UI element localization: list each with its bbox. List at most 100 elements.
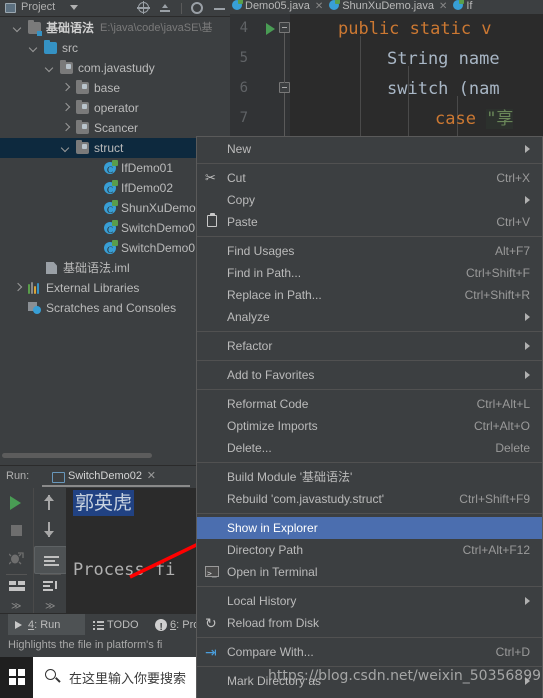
submenu-arrow-icon: [525, 371, 530, 379]
tool-window-actions: [132, 1, 226, 16]
chevron-down-icon[interactable]: [70, 5, 78, 10]
code-token: public static v: [338, 19, 492, 39]
scroll-down-button[interactable]: [34, 516, 67, 544]
tree-label: 基础语法: [46, 21, 95, 35]
editor-tab-2[interactable]: If: [451, 0, 476, 14]
context-menu[interactable]: New ✂ Cut Ctrl+X Copy Paste Ctrl+V Find …: [196, 136, 543, 698]
collapse-all-icon[interactable]: [158, 1, 172, 15]
package-folder-icon: [60, 60, 73, 74]
close-icon[interactable]: ✕: [439, 1, 447, 12]
bottom-tab-todo[interactable]: TODO: [87, 614, 147, 636]
submenu-arrow-icon: [525, 597, 530, 605]
indent-guide: [360, 36, 361, 136]
close-icon[interactable]: ✕: [315, 1, 323, 12]
windows-start-icon[interactable]: [9, 669, 26, 686]
tree-label: IfDemo02: [121, 181, 174, 195]
menu-item-cut[interactable]: ✂ Cut Ctrl+X: [197, 167, 542, 189]
watermark: https://blog.csdn.net/weixin_50356899: [268, 668, 542, 684]
line-number: 4: [239, 20, 248, 36]
tree-row-scancer[interactable]: Scancer: [0, 118, 230, 138]
run-toolbar-right: ≫: [33, 488, 67, 614]
close-icon[interactable]: ✕: [147, 468, 156, 485]
menu-item-rebuild[interactable]: Rebuild 'com.javastudy.struct' Ctrl+Shif…: [197, 488, 542, 510]
editor-tab-0[interactable]: Demo05.java ✕: [230, 0, 327, 14]
libraries-icon: [28, 282, 41, 294]
tree-row-project[interactable]: 基础语法 E:\java\code\javaSE\基: [0, 18, 230, 38]
java-class-icon: [104, 220, 118, 240]
chevron-down-icon[interactable]: [14, 24, 22, 32]
menu-item-directory-path[interactable]: Directory Path Ctrl+Alt+F12: [197, 539, 542, 561]
menu-item-compare-with[interactable]: ⇥ Compare With... Ctrl+D: [197, 641, 542, 663]
settings-gear-icon[interactable]: [190, 2, 203, 14]
menu-item-build-module[interactable]: Build Module '基础语法': [197, 466, 542, 488]
java-class-icon: [232, 0, 243, 10]
chevron-right-icon[interactable]: [14, 284, 22, 292]
tree-row-base[interactable]: base: [0, 78, 230, 98]
print-button[interactable]: [34, 572, 67, 598]
clipboard-icon: [207, 213, 217, 227]
tool-window-header: Project: [0, 0, 230, 17]
fold-marker-icon[interactable]: [279, 82, 290, 93]
rerun-failed-button[interactable]: [0, 544, 33, 572]
chevron-down-icon[interactable]: [62, 144, 70, 152]
chevron-down-icon[interactable]: [46, 64, 54, 72]
search-icon: [45, 669, 56, 680]
menu-item-remove-bom[interactable]: Remove BOM: [197, 692, 542, 698]
menu-item-paste[interactable]: Paste Ctrl+V: [197, 211, 542, 233]
stop-button[interactable]: [0, 516, 33, 544]
line-number: 7: [239, 110, 248, 126]
code-token: "享: [486, 109, 514, 129]
menu-item-show-in-explorer[interactable]: Show in Explorer: [197, 517, 542, 539]
menu-item-find-usages[interactable]: Find Usages Alt+F7: [197, 240, 542, 262]
menu-item-refactor[interactable]: Refactor: [197, 335, 542, 357]
soft-wrap-icon: [44, 556, 59, 567]
menu-item-reload-from-disk[interactable]: ↻ Reload from Disk: [197, 612, 542, 634]
console-selected-text: 郭英虎: [73, 490, 135, 516]
chevron-right-icon[interactable]: [62, 84, 70, 92]
print-icon: [43, 581, 59, 591]
menu-accelerator: Ctrl+X: [496, 171, 530, 185]
editor-tab-label: Demo05.java: [245, 0, 310, 12]
ide-window: Demo05.java ✕ ShunXuDemo.java ✕ If 4 5 6 7 p…: [0, 0, 543, 698]
editor-code[interactable]: public static v String name switch (nam …: [290, 14, 543, 136]
chevron-right-icon[interactable]: [62, 104, 70, 112]
tree-label: Scancer: [94, 121, 139, 135]
run-button[interactable]: [0, 488, 33, 516]
minimize-icon[interactable]: [212, 1, 226, 15]
run-configuration-tab[interactable]: SwitchDemo02 ✕: [50, 468, 158, 485]
menu-item-delete[interactable]: Delete... Delete: [197, 437, 542, 459]
bottom-tab-run[interactable]: 4: Run: [8, 614, 85, 636]
expand-toolbar-icon[interactable]: ≫: [45, 601, 56, 612]
menu-separator: [197, 513, 542, 514]
tree-label: 基础语法.iml: [63, 261, 130, 275]
menu-item-open-in-terminal[interactable]: Open in Terminal: [197, 561, 542, 585]
editor-tab-1[interactable]: ShunXuDemo.java ✕: [327, 0, 451, 14]
chevron-down-icon[interactable]: [30, 44, 38, 52]
tree-row-com-javastudy[interactable]: com.javastudy: [0, 58, 230, 78]
expand-toolbar-icon[interactable]: ≫: [11, 601, 22, 612]
menu-item-optimize-imports[interactable]: Optimize Imports Ctrl+Alt+O: [197, 415, 542, 437]
menu-separator: [197, 637, 542, 638]
target-icon[interactable]: [136, 1, 150, 14]
menu-item-find-in-path[interactable]: Find in Path... Ctrl+Shift+F: [197, 262, 542, 284]
menu-item-reformat-code[interactable]: Reformat Code Ctrl+Alt+L: [197, 393, 542, 415]
menu-item-copy[interactable]: Copy: [197, 189, 542, 211]
run-gutter-icon[interactable]: [266, 23, 275, 35]
menu-item-add-to-favorites[interactable]: Add to Favorites: [197, 364, 542, 386]
menu-item-local-history[interactable]: Local History: [197, 590, 542, 612]
scrollbar-thumb[interactable]: [2, 453, 152, 458]
tree-row-src[interactable]: src: [0, 38, 230, 58]
scroll-up-button[interactable]: [34, 488, 67, 516]
layout-button[interactable]: [0, 572, 33, 598]
fold-region-line: [284, 33, 285, 83]
tree-row-operator[interactable]: operator: [0, 98, 230, 118]
menu-item-replace-in-path[interactable]: Replace in Path... Ctrl+Shift+R: [197, 284, 542, 306]
menu-item-new[interactable]: New: [197, 138, 542, 160]
code-line: switch (nam: [387, 74, 500, 104]
chevron-right-icon[interactable]: [62, 124, 70, 132]
menu-item-analyze[interactable]: Analyze: [197, 306, 542, 328]
soft-wrap-button[interactable]: [34, 546, 67, 574]
fold-marker-icon[interactable]: [279, 22, 290, 33]
menu-label: Paste: [227, 215, 258, 229]
code-token: switch (nam: [387, 79, 500, 99]
